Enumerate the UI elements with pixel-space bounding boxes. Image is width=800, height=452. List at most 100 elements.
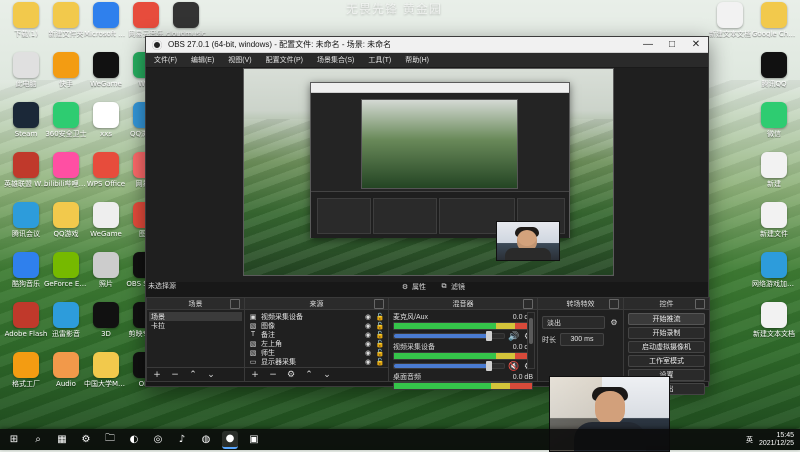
desktop-icon[interactable]: Adobe Flash: [4, 302, 48, 346]
desktop-icon[interactable]: xxs: [84, 102, 128, 146]
add-scene-button[interactable]: +: [151, 369, 163, 381]
volume-bar[interactable]: [393, 361, 505, 371]
app-icon[interactable]: ▣: [246, 432, 262, 448]
undock-icon[interactable]: [374, 299, 384, 309]
undock-icon[interactable]: [609, 299, 619, 309]
desktop-icon[interactable]: Audio: [44, 352, 88, 396]
desktop-icon[interactable]: 网络游戏加速大: [752, 252, 796, 296]
visibility-icon[interactable]: ◉: [364, 322, 372, 330]
filters-button[interactable]: ⧉ 滤镜: [438, 281, 467, 293]
scene-down-button[interactable]: ⌄: [205, 369, 217, 381]
visibility-icon[interactable]: ◉: [364, 313, 372, 321]
desktop-icon[interactable]: WPS Office: [84, 152, 128, 196]
menu-scene-collection[interactable]: 场景集合(S): [315, 54, 356, 66]
duration-input[interactable]: 300 ms: [560, 333, 604, 346]
start-virtual-camera-button[interactable]: 启动虚拟摄像机: [628, 341, 705, 353]
desktop-icon[interactable]: 微信: [752, 102, 796, 146]
gear-icon[interactable]: ⚙: [609, 318, 619, 328]
edge-icon[interactable]: ◐: [126, 432, 142, 448]
desktop-icon[interactable]: 3D: [84, 302, 128, 346]
settings-icon[interactable]: ⚙: [78, 432, 94, 448]
ime-indicator[interactable]: 英: [746, 435, 753, 445]
desktop-icon[interactable]: 新建文件: [752, 202, 796, 246]
desktop-icon[interactable]: 英雄联盟 WeGame版: [4, 152, 48, 196]
lock-icon[interactable]: 🔓: [376, 358, 385, 366]
lock-icon[interactable]: 🔓: [376, 340, 385, 348]
start-streaming-button[interactable]: 开始推流: [628, 313, 705, 325]
lock-icon[interactable]: 🔓: [376, 349, 385, 357]
browser-icon[interactable]: ◍: [198, 432, 214, 448]
windows-start-icon[interactable]: ⊞: [6, 432, 22, 448]
undock-icon[interactable]: [523, 299, 533, 309]
source-down-button[interactable]: ⌄: [321, 369, 333, 381]
desktop-icon[interactable]: 360安全卫士: [44, 102, 88, 146]
desktop-icon[interactable]: Microsoft Edge: [84, 2, 128, 46]
lock-icon[interactable]: 🔓: [376, 331, 385, 339]
menu-tools[interactable]: 工具(T): [366, 54, 393, 66]
lock-icon[interactable]: 🔓: [376, 313, 385, 321]
desktop-icon[interactable]: WeGame: [84, 202, 128, 246]
visibility-icon[interactable]: ◉: [364, 349, 372, 357]
source-up-button[interactable]: ⌃: [303, 369, 315, 381]
desktop-icon[interactable]: 快手: [44, 52, 88, 96]
volume-slider[interactable]: 🔇 ⚙: [393, 361, 533, 371]
taskbar-clock[interactable]: 15:45 2021/12/25: [759, 432, 794, 448]
studio-mode-button[interactable]: 工作室模式: [628, 355, 705, 367]
task-view-icon[interactable]: ▦: [54, 432, 70, 448]
desktop-icon[interactable]: QQ游戏: [44, 202, 88, 246]
desktop-icon[interactable]: Google Chrome: [752, 2, 796, 46]
properties-button[interactable]: ⚙ 属性: [399, 281, 428, 293]
menu-view[interactable]: 视图(V): [226, 54, 253, 66]
menu-edit[interactable]: 编辑(E): [189, 54, 216, 66]
file-explorer-icon[interactable]: 🗀: [102, 432, 118, 448]
volume-bar[interactable]: [393, 331, 505, 341]
desktop-icon[interactable]: bilibili哔哩哔哩: [44, 152, 88, 196]
source-row[interactable]: ▭ 显示器采集 ◉ 🔓: [247, 357, 386, 366]
add-source-button[interactable]: +: [249, 369, 261, 381]
desktop-icon[interactable]: 腾讯会议: [4, 202, 48, 246]
remove-source-button[interactable]: −: [267, 369, 279, 381]
start-recording-button[interactable]: 开始录制: [628, 327, 705, 339]
mixer-scrollbar[interactable]: [527, 312, 535, 369]
desktop-icon[interactable]: 照片: [84, 252, 128, 296]
visibility-icon[interactable]: ◉: [364, 340, 372, 348]
menu-profile[interactable]: 配置文件(P): [264, 54, 305, 66]
visibility-icon[interactable]: ◉: [364, 331, 372, 339]
desktop-icon[interactable]: 下载(1): [4, 2, 48, 46]
visibility-icon[interactable]: ◉: [364, 358, 372, 366]
minimize-button[interactable]: —: [636, 37, 660, 52]
desktop-icon[interactable]: 此电脑: [4, 52, 48, 96]
volume-slider[interactable]: 🔊 ⚙: [393, 331, 533, 341]
desktop-icon[interactable]: 酷狗音乐: [4, 252, 48, 296]
undock-icon[interactable]: [230, 299, 240, 309]
source-settings-button[interactable]: ⚙: [285, 369, 297, 381]
remove-scene-button[interactable]: −: [169, 369, 181, 381]
desktop-icon[interactable]: GeForce Experience: [44, 252, 88, 296]
menu-file[interactable]: 文件(F): [152, 54, 179, 66]
music-icon[interactable]: ♪: [174, 432, 190, 448]
desktop-icon[interactable]: 新建文本文档: [752, 302, 796, 346]
maximize-button[interactable]: □: [660, 37, 684, 52]
desktop-icon[interactable]: 腾讯QQ: [752, 52, 796, 96]
menu-help[interactable]: 帮助(H): [403, 54, 431, 66]
scene-up-button[interactable]: ⌃: [187, 369, 199, 381]
undock-icon[interactable]: [695, 299, 705, 309]
search-icon[interactable]: ⌕: [30, 432, 46, 448]
desktop-icon[interactable]: 新建: [752, 152, 796, 196]
lock-icon[interactable]: 🔓: [376, 322, 385, 330]
desktop-icon[interactable]: 迅雷影音: [44, 302, 88, 346]
close-button[interactable]: ✕: [684, 37, 708, 52]
desktop-icon[interactable]: Steam: [4, 102, 48, 146]
transition-select[interactable]: 淡出: [542, 316, 605, 329]
scene-item[interactable]: 卡拉: [149, 321, 242, 330]
obs-taskbar-icon[interactable]: ●: [222, 430, 238, 449]
chat-icon[interactable]: ◎: [150, 432, 166, 448]
desktop-icon[interactable]: 新建文本文档: [708, 2, 752, 46]
desktop-icon[interactable]: 新建文件夹: [44, 2, 88, 46]
obs-titlebar[interactable]: OBS 27.0.1 (64-bit, windows) - 配置文件: 未命名…: [146, 37, 708, 53]
image-icon: ▧: [249, 322, 257, 330]
desktop-icon[interactable]: WeGame: [84, 52, 128, 96]
desktop-icon[interactable]: 格式工厂: [4, 352, 48, 396]
desktop-icon[interactable]: 中国大学MOOC: [84, 352, 128, 396]
preview-canvas[interactable]: [243, 68, 614, 276]
